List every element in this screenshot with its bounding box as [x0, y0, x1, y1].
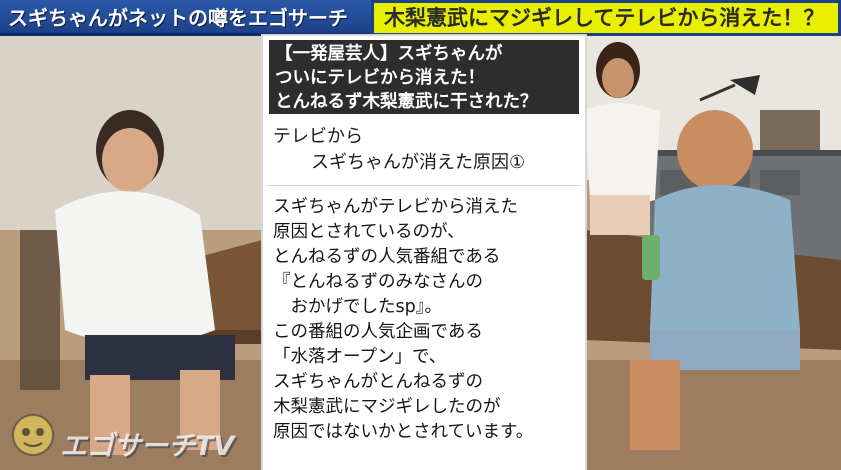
top-right-caption: 木梨憲武にマジギレしてテレビから消えた！？	[371, 0, 841, 36]
face-icon	[12, 414, 54, 456]
panel-subtitle-line2: スギちゃんが消えた原因①	[311, 152, 526, 173]
panel-body-text: スギちゃんがテレビから消えた 原因とされているのが、 とんねるずの人気番組である…	[273, 197, 534, 442]
channel-logo: エゴサーチTV	[8, 410, 238, 466]
watermark-text: エゴサーチTV	[60, 431, 235, 462]
panel-subtitle: テレビから スギちゃんが消えた原因①	[273, 124, 573, 176]
panel-subtitle-line1: テレビから	[273, 126, 363, 147]
panel-title: 【一発屋芸人】スギちゃんが ついにテレビから消えた！ とんねるず木梨憲武に干され…	[269, 40, 579, 114]
top-left-caption: スギちゃんがネットの噂をエゴサーチ	[0, 0, 372, 36]
info-panel: 【一発屋芸人】スギちゃんが ついにテレビから消えた！ とんねるず木梨憲武に干され…	[263, 36, 585, 470]
panel-divider	[267, 185, 581, 186]
